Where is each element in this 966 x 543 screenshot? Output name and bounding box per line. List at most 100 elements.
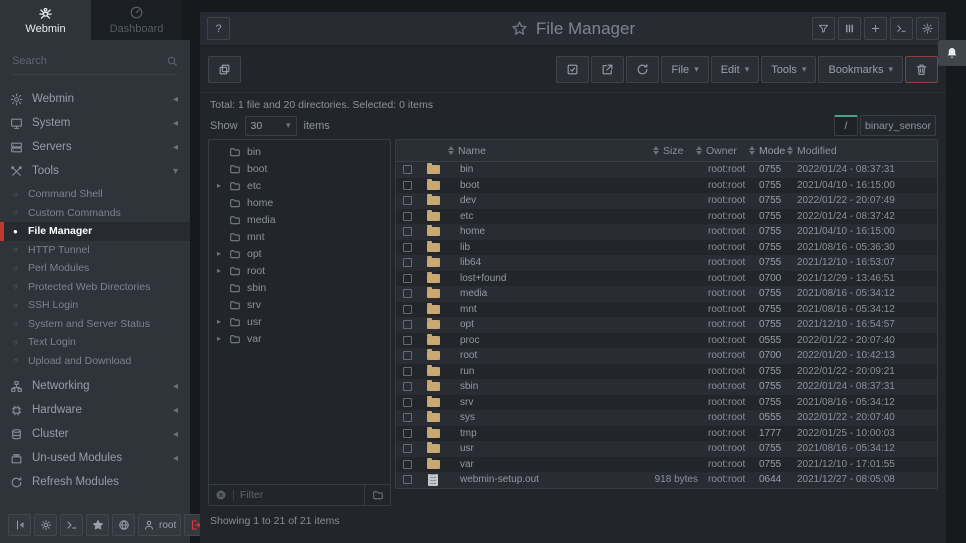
- shell-button[interactable]: [890, 17, 913, 40]
- column-header-size[interactable]: Size: [631, 145, 706, 157]
- file-name[interactable]: run: [448, 366, 631, 377]
- sidebar-item-hardware[interactable]: Hardware◂: [0, 398, 190, 422]
- row-checkbox[interactable]: [403, 336, 412, 345]
- table-row[interactable]: procroot:root05552022/01/22 - 20:07:40: [396, 333, 937, 349]
- table-row[interactable]: devroot:root07552022/01/22 - 20:07:49: [396, 193, 937, 209]
- row-checkbox[interactable]: [403, 475, 412, 484]
- tree-item-usr[interactable]: ▸usr: [209, 313, 390, 330]
- table-row[interactable]: usrroot:root07552021/08/16 - 05:34:12: [396, 441, 937, 457]
- file-name[interactable]: usr: [448, 443, 631, 454]
- sidebar-item-custom-commands[interactable]: ○Custom Commands: [0, 204, 190, 223]
- file-name[interactable]: lost+found: [448, 273, 631, 284]
- select-all-button[interactable]: [556, 56, 589, 83]
- sidebar-item-http-tunnel[interactable]: ○HTTP Tunnel: [0, 241, 190, 260]
- sidebar-item-text-login[interactable]: ○Text Login: [0, 333, 190, 352]
- table-row[interactable]: optroot:root07552021/12/10 - 16:54:57: [396, 317, 937, 333]
- sidebar-item-refresh-modules[interactable]: Refresh Modules: [0, 470, 190, 494]
- table-row[interactable]: mntroot:root07552021/08/16 - 05:34:12: [396, 302, 937, 318]
- row-checkbox[interactable]: [403, 243, 412, 252]
- sidebar-item-protected-web-directories[interactable]: ○Protected Web Directories: [0, 278, 190, 297]
- table-row[interactable]: libroot:root07552021/08/16 - 05:36:30: [396, 240, 937, 256]
- refresh-button[interactable]: [626, 56, 659, 83]
- row-checkbox[interactable]: [403, 429, 412, 438]
- tree-filter-input[interactable]: [240, 489, 359, 501]
- filter-button[interactable]: [812, 17, 835, 40]
- row-checkbox[interactable]: [403, 398, 412, 407]
- language-button[interactable]: [112, 514, 135, 536]
- row-checkbox[interactable]: [403, 444, 412, 453]
- expand-icon[interactable]: ▸: [217, 334, 229, 343]
- row-checkbox[interactable]: [403, 320, 412, 329]
- row-checkbox[interactable]: [403, 212, 412, 221]
- location-input[interactable]: [860, 115, 936, 136]
- sidebar-item-webmin[interactable]: Webmin◂: [0, 87, 190, 111]
- file-name[interactable]: media: [448, 288, 631, 299]
- table-row[interactable]: etcroot:root07552022/01/24 - 08:37:42: [396, 209, 937, 225]
- tree-item-home[interactable]: home: [209, 194, 390, 211]
- table-row[interactable]: homeroot:root07552021/04/10 - 16:15:00: [396, 224, 937, 240]
- row-checkbox[interactable]: [403, 305, 412, 314]
- file-name[interactable]: root: [448, 350, 631, 361]
- file-name[interactable]: lib: [448, 242, 631, 253]
- file-name[interactable]: etc: [448, 211, 631, 222]
- terminal-button[interactable]: [60, 514, 83, 536]
- tree-item-boot[interactable]: boot: [209, 160, 390, 177]
- row-checkbox[interactable]: [403, 196, 412, 205]
- columns-button[interactable]: [838, 17, 861, 40]
- add-button[interactable]: [864, 17, 887, 40]
- table-row[interactable]: binroot:root07552022/01/24 - 08:37:31: [396, 162, 937, 178]
- file-name[interactable]: dev: [448, 195, 631, 206]
- tree-item-var[interactable]: ▸var: [209, 330, 390, 347]
- table-row[interactable]: webmin-setup.out918 bytesroot:root064420…: [396, 472, 937, 488]
- collapse-sidebar-button[interactable]: [8, 514, 31, 536]
- file-menu-button[interactable]: File▾: [661, 56, 708, 83]
- row-checkbox[interactable]: [403, 258, 412, 267]
- notifications-button[interactable]: [938, 40, 966, 66]
- sidebar-item-ssh-login[interactable]: ○SSH Login: [0, 296, 190, 315]
- row-checkbox[interactable]: [403, 413, 412, 422]
- row-checkbox[interactable]: [403, 382, 412, 391]
- file-name[interactable]: webmin-setup.out: [448, 474, 631, 485]
- bookmarks-menu-button[interactable]: Bookmarks▾: [818, 56, 903, 83]
- file-name[interactable]: bin: [448, 164, 631, 175]
- favorite-star-icon[interactable]: [511, 20, 528, 37]
- sidebar-item-un-used-modules[interactable]: Un-used Modules◂: [0, 446, 190, 470]
- sidebar-item-networking[interactable]: Networking◂: [0, 374, 190, 398]
- row-checkbox[interactable]: [403, 165, 412, 174]
- sidebar-item-file-manager[interactable]: ●File Manager: [0, 222, 190, 241]
- theme-toggle-button[interactable]: [34, 514, 57, 536]
- file-name[interactable]: srv: [448, 397, 631, 408]
- file-name[interactable]: tmp: [448, 428, 631, 439]
- file-name[interactable]: opt: [448, 319, 631, 330]
- clear-filter-icon[interactable]: [215, 489, 227, 501]
- sidebar-search-input[interactable]: [12, 55, 142, 67]
- tree-item-mnt[interactable]: mnt: [209, 228, 390, 245]
- file-name[interactable]: mnt: [448, 304, 631, 315]
- column-header-modified[interactable]: Modified: [787, 145, 937, 157]
- tree-item-opt[interactable]: ▸opt: [209, 245, 390, 262]
- items-per-page-select[interactable]: 30 ▾: [245, 116, 297, 136]
- table-row[interactable]: varroot:root07552021/12/10 - 17:01:55: [396, 457, 937, 473]
- sidebar-item-perl-modules[interactable]: ○Perl Modules: [0, 259, 190, 278]
- file-name[interactable]: sbin: [448, 381, 631, 392]
- row-checkbox[interactable]: [403, 460, 412, 469]
- table-row[interactable]: rootroot:root07002022/01/20 - 10:42:13: [396, 348, 937, 364]
- table-row[interactable]: srvroot:root07552021/08/16 - 05:34:12: [396, 395, 937, 411]
- trash-button[interactable]: [905, 56, 938, 83]
- help-button[interactable]: ?: [207, 17, 230, 40]
- user-button[interactable]: root: [138, 514, 181, 536]
- table-row[interactable]: sbinroot:root07552022/01/24 - 08:37:31: [396, 379, 937, 395]
- row-checkbox[interactable]: [403, 367, 412, 376]
- expand-icon[interactable]: ▸: [217, 249, 229, 258]
- tab-dashboard[interactable]: Dashboard: [91, 0, 182, 40]
- row-checkbox[interactable]: [403, 227, 412, 236]
- tools-menu-button[interactable]: Tools▾: [761, 56, 816, 83]
- row-checkbox[interactable]: [403, 351, 412, 360]
- tree-item-bin[interactable]: bin: [209, 143, 390, 160]
- sidebar-item-servers[interactable]: Servers◂: [0, 135, 190, 159]
- favorites-button[interactable]: [86, 514, 109, 536]
- file-name[interactable]: var: [448, 459, 631, 470]
- expand-icon[interactable]: ▸: [217, 266, 229, 275]
- table-row[interactable]: lib64root:root07552021/12/10 - 16:53:07: [396, 255, 937, 271]
- file-name[interactable]: lib64: [448, 257, 631, 268]
